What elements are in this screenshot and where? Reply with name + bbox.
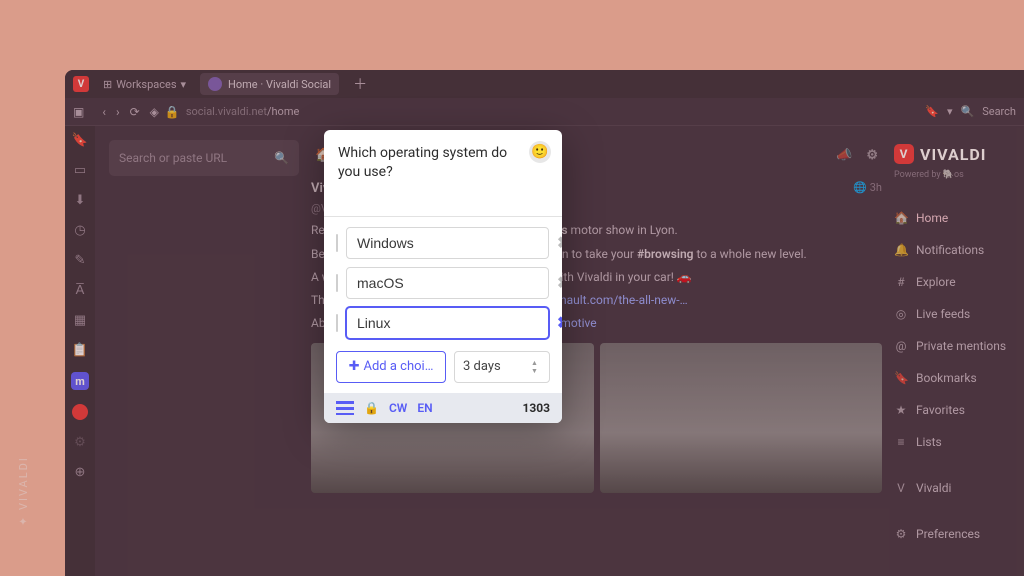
remove-option-button[interactable]: ✖ [557, 233, 562, 252]
toolbar: ▣ ‹ › ⟳ ◈ 🔒 social.vivaldi.net/home 🔖 ▾ … [65, 98, 1024, 126]
mastodon-panel-icon[interactable]: m [71, 372, 89, 390]
poll-option-row: ✖ [336, 267, 550, 299]
new-tab-button[interactable]: ＋ [347, 74, 373, 94]
settings-icon[interactable]: ⚙ [866, 148, 878, 163]
forward-button[interactable]: › [116, 105, 120, 119]
hash-icon: # [894, 275, 908, 289]
language-button[interactable]: EN [417, 401, 432, 415]
feed-icon: ◎ [894, 307, 908, 321]
remove-option-button[interactable]: ✖ [557, 313, 562, 332]
nav-notifications[interactable]: 🔔Notifications [894, 234, 1020, 266]
hashtag[interactable]: #browsing [637, 247, 694, 261]
panel-toggle-icon[interactable]: ▣ [73, 105, 84, 119]
poll-option-input[interactable] [346, 267, 549, 299]
star-icon: ★ [894, 403, 908, 417]
chevron-down-icon: ▾ [181, 78, 187, 91]
at-icon: @ [894, 339, 908, 353]
watermark: ✦ VIVALDI [17, 456, 30, 526]
poll-composer: Which operating system do you use? 🙂 ✖ ✖… [324, 130, 562, 423]
gear-icon: ⚙ [894, 527, 908, 541]
settings-icon[interactable]: ⚙ [72, 434, 88, 450]
lock-icon: 🔒 [165, 105, 180, 119]
address-bar[interactable]: ◈ 🔒 social.vivaldi.net/home [150, 105, 916, 119]
nav-live-feeds[interactable]: ◎Live feeds [894, 298, 1020, 330]
bookmark-icon[interactable]: 🔖 [925, 105, 939, 118]
brand: V VIVALDI [894, 140, 1020, 168]
poll-duration-select[interactable]: 3 days ▲▼ [454, 351, 550, 383]
list-icon: ≡ [894, 435, 908, 449]
poll-question[interactable]: Which operating system do you use? [338, 144, 548, 182]
post-image[interactable] [600, 343, 883, 493]
vivaldi-panel-icon[interactable] [72, 404, 88, 420]
history-panel-icon[interactable]: ◷ [72, 222, 88, 238]
window-panel-icon[interactable]: ▦ [72, 312, 88, 328]
tab-favicon-icon [208, 77, 222, 91]
poll-option-row: ✖ [336, 227, 550, 259]
poll-option-checkbox[interactable] [336, 234, 338, 252]
workspaces-label: Workspaces [116, 78, 176, 91]
char-counter: 1303 [522, 401, 550, 415]
visibility-button[interactable]: 🔒 [364, 401, 379, 415]
announce-icon[interactable]: 📣 [836, 148, 852, 163]
powered-by: Powered by 🐘os [894, 170, 1020, 180]
vivaldi-logo-icon[interactable]: V [73, 76, 89, 92]
downloads-panel-icon[interactable]: ⬇ [72, 192, 88, 208]
url-host: social.vivaldi.net [186, 105, 267, 118]
poll-option-input[interactable] [346, 307, 549, 339]
bell-icon: 🔔 [894, 243, 908, 257]
home-icon: 🏠 [894, 211, 908, 225]
url-path: /home [267, 105, 299, 118]
stepper-up-icon[interactable]: ▲ [531, 359, 545, 367]
poll-option-checkbox[interactable] [336, 314, 338, 332]
remove-option-button[interactable]: ✖ [557, 273, 562, 292]
add-choice-button[interactable]: ✚ Add a choi… [336, 351, 446, 383]
poll-option-row: ✖ [336, 307, 550, 339]
nav-preferences[interactable]: ⚙Preferences [894, 518, 1020, 550]
compose-search[interactable]: Search or paste URL 🔍 [109, 140, 299, 176]
translate-panel-icon[interactable]: A̅ [72, 282, 88, 298]
bookmark-icon: 🔖 [894, 371, 908, 385]
tab-active[interactable]: Home · Vivaldi Social [200, 73, 339, 95]
emoji-picker-button[interactable]: 🙂 [529, 141, 551, 163]
panel-bar: 🔖 ▭ ⬇ ◷ ✎ A̅ ▦ 📋 m ⚙ ⊕ [65, 126, 95, 576]
compose-search-placeholder: Search or paste URL [119, 151, 227, 165]
poll-option-checkbox[interactable] [336, 274, 338, 292]
nav-vivaldi[interactable]: VVivaldi [894, 472, 1020, 504]
nav-favorites[interactable]: ★Favorites [894, 394, 1020, 426]
shield-icon: ◈ [150, 105, 159, 119]
add-panel-icon[interactable]: ⊕ [72, 464, 88, 480]
vivaldi-icon: V [894, 481, 908, 495]
content-warning-button[interactable]: CW [389, 401, 407, 415]
reading-list-panel-icon[interactable]: ▭ [72, 162, 88, 178]
brand-label: VIVALDI [920, 145, 986, 164]
bookmarks-panel-icon[interactable]: 🔖 [72, 132, 88, 148]
grid-icon: ⊞ [103, 78, 112, 91]
nav-bookmarks[interactable]: 🔖Bookmarks [894, 362, 1020, 394]
vivaldi-logo-icon: V [894, 144, 914, 164]
tab-title: Home · Vivaldi Social [228, 78, 331, 91]
search-placeholder: Search [982, 105, 1016, 118]
clipboard-panel-icon[interactable]: 📋 [72, 342, 88, 358]
post-timestamp: 🌐 3h [853, 179, 882, 197]
nav-lists[interactable]: ≡Lists [894, 426, 1020, 458]
workspaces-dropdown[interactable]: ⊞ Workspaces ▾ [97, 75, 192, 94]
nav-home[interactable]: 🏠Home [894, 202, 1020, 234]
back-button[interactable]: ‹ [102, 105, 106, 119]
reload-button[interactable]: ⟳ [130, 105, 140, 119]
titlebar: V ⊞ Workspaces ▾ Home · Vivaldi Social ＋ [65, 70, 1024, 98]
nav-private-mentions[interactable]: @Private mentions [894, 330, 1020, 362]
stepper-down-icon[interactable]: ▼ [531, 367, 545, 375]
notes-panel-icon[interactable]: ✎ [72, 252, 88, 268]
nav-explore[interactable]: #Explore [894, 266, 1020, 298]
search-icon[interactable]: 🔍 [961, 105, 975, 118]
poll-icon[interactable] [336, 401, 354, 415]
chevron-down-icon[interactable]: ▾ [947, 105, 953, 118]
search-icon: 🔍 [274, 151, 289, 165]
poll-option-input[interactable] [346, 227, 549, 259]
